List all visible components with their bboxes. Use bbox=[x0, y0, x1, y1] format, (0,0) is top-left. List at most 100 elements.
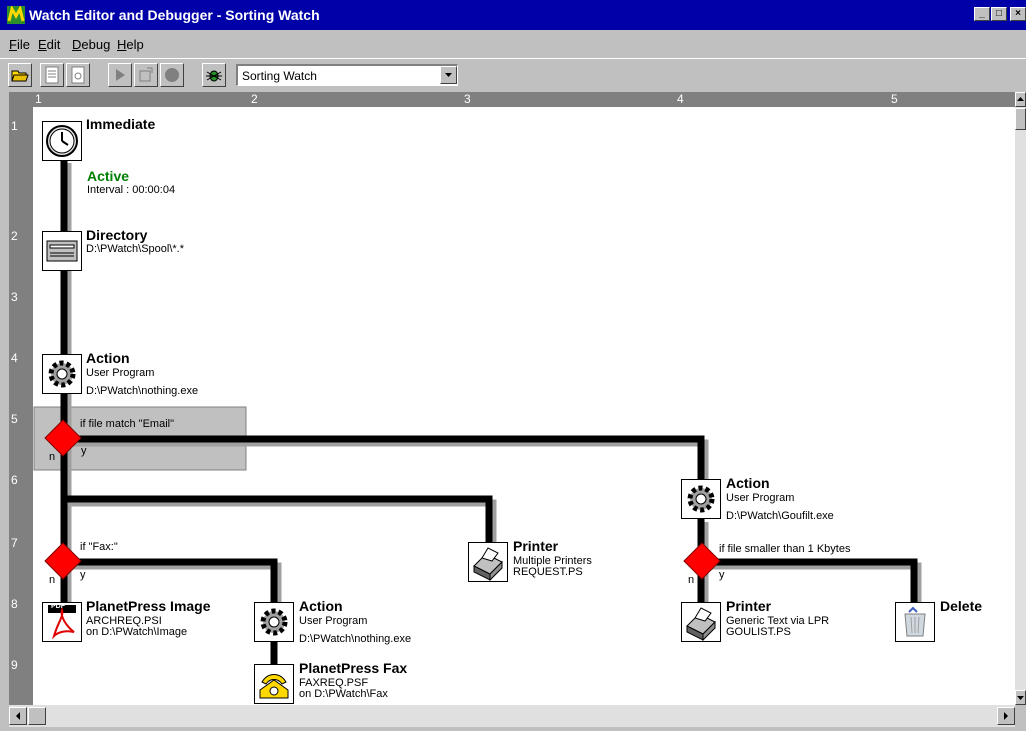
condition-label: if file smaller than 1 Kbytes bbox=[719, 543, 851, 555]
row-number: 6 bbox=[11, 473, 18, 487]
debug-button[interactable] bbox=[202, 63, 226, 87]
preview-button[interactable] bbox=[66, 63, 90, 87]
watch-select[interactable]: Sorting Watch bbox=[236, 64, 458, 86]
close-button[interactable]: × bbox=[1010, 7, 1026, 21]
title-bar: Watch Editor and Debugger - Sorting Watc… bbox=[0, 0, 1026, 30]
node-title-directory: Directory bbox=[86, 227, 148, 243]
condition-yes-label: y bbox=[81, 445, 87, 457]
node-title-planetpress-image: PlanetPress Image bbox=[86, 598, 211, 614]
action-path: D:\PWatch\nothing.exe bbox=[86, 385, 199, 397]
minimize-button[interactable]: _ bbox=[974, 7, 990, 21]
printer-icon[interactable] bbox=[468, 542, 508, 582]
scroll-right-button[interactable] bbox=[997, 707, 1015, 725]
fax-phone-icon[interactable] bbox=[254, 664, 294, 704]
condition-label: if "Fax:" bbox=[80, 541, 118, 553]
arrow-down-icon bbox=[1017, 696, 1024, 700]
open-button[interactable] bbox=[8, 63, 32, 87]
connector-lines bbox=[33, 159, 922, 667]
column-ruler: 1 2 3 4 5 bbox=[9, 92, 1015, 107]
app-logo-icon bbox=[7, 6, 25, 24]
horizontal-scrollbar[interactable] bbox=[9, 705, 1015, 727]
bug-icon bbox=[206, 70, 222, 82]
step-button[interactable] bbox=[134, 63, 158, 87]
scroll-down-button[interactable] bbox=[1015, 690, 1026, 705]
vertical-scrollbar[interactable] bbox=[1015, 92, 1026, 705]
row-number: 1 bbox=[11, 119, 18, 133]
step-icon bbox=[139, 67, 153, 82]
node-title-printer: Printer bbox=[726, 598, 772, 614]
status-active: Active bbox=[87, 168, 130, 184]
action-type: User Program bbox=[299, 615, 368, 627]
printer-file: REQUEST.PS bbox=[513, 566, 583, 578]
printer-file: GOULIST.PS bbox=[726, 626, 791, 638]
condition-yes-label: y bbox=[719, 569, 725, 581]
action-type: User Program bbox=[726, 492, 795, 504]
row-number: 2 bbox=[11, 229, 18, 243]
preview-icon bbox=[71, 66, 85, 84]
condition-no-label: n bbox=[49, 574, 56, 586]
toolbar: Sorting Watch bbox=[0, 58, 1026, 90]
row-number: 5 bbox=[11, 412, 18, 426]
row-number: 9 bbox=[11, 658, 18, 672]
document-icon bbox=[45, 66, 59, 84]
row-number: 7 bbox=[11, 536, 18, 550]
watch-select-dropdown-button[interactable] bbox=[440, 66, 457, 84]
vertical-scroll-thumb[interactable] bbox=[1015, 108, 1026, 130]
fax-path: on D:\PWatch\Fax bbox=[299, 688, 388, 700]
column-number: 1 bbox=[35, 92, 42, 106]
watch-select-value: Sorting Watch bbox=[242, 69, 317, 83]
chevron-down-icon bbox=[445, 73, 452, 77]
arrow-right-icon bbox=[1004, 712, 1008, 720]
play-icon bbox=[116, 69, 125, 81]
printer-icon[interactable] bbox=[681, 602, 721, 642]
node-title-action: Action bbox=[726, 475, 770, 491]
directory-path: D:\PWatch\Spool\*.* bbox=[86, 243, 185, 255]
clock-icon[interactable] bbox=[42, 121, 82, 161]
gear-icon[interactable] bbox=[42, 354, 82, 394]
row-ruler: 1 2 3 4 5 6 7 8 9 bbox=[9, 107, 33, 705]
node-title-immediate: Immediate bbox=[86, 116, 156, 132]
stop-circle-icon bbox=[165, 68, 179, 82]
menu-debug[interactable]: Debug bbox=[72, 37, 110, 52]
menu-file[interactable]: File bbox=[9, 37, 30, 52]
condition-no-label: n bbox=[688, 574, 695, 586]
run-button[interactable] bbox=[108, 63, 132, 87]
directory-scanner-icon[interactable] bbox=[42, 231, 82, 271]
condition-label: if file match "Email" bbox=[80, 418, 174, 430]
properties-button[interactable] bbox=[40, 63, 64, 87]
gear-icon[interactable] bbox=[254, 602, 294, 642]
column-number: 3 bbox=[464, 92, 471, 106]
action-type: User Program bbox=[86, 367, 155, 379]
action-path: D:\PWatch\nothing.exe bbox=[299, 633, 412, 645]
interval-text: Interval : 00:00:04 bbox=[87, 184, 176, 196]
column-number: 2 bbox=[251, 92, 258, 106]
pdf-badge: PDF bbox=[51, 603, 65, 610]
stop-button[interactable] bbox=[160, 63, 184, 87]
arrow-up-icon bbox=[1017, 97, 1024, 101]
row-number: 4 bbox=[11, 351, 18, 365]
row-number: 3 bbox=[11, 290, 18, 304]
scroll-up-button[interactable] bbox=[1015, 92, 1026, 107]
node-title-delete: Delete bbox=[940, 598, 983, 614]
condition-no-label: n bbox=[49, 451, 56, 463]
open-folder-icon bbox=[11, 70, 29, 82]
trash-can-icon[interactable] bbox=[895, 602, 935, 642]
flowchart-canvas[interactable]: Immediate Active Interval : 00:00:04 Dir… bbox=[33, 107, 1015, 705]
condition-yes-label: y bbox=[80, 569, 86, 581]
row-number: 8 bbox=[11, 597, 18, 611]
menu-edit[interactable]: Edit bbox=[38, 37, 60, 52]
image-path: on D:\PWatch\Image bbox=[86, 626, 188, 638]
window-title: Watch Editor and Debugger - Sorting Watc… bbox=[29, 7, 320, 23]
node-title-printer: Printer bbox=[513, 538, 559, 554]
node-title-action: Action bbox=[86, 350, 130, 366]
column-number: 5 bbox=[891, 92, 898, 106]
menu-bar: File Edit Debug Help bbox=[0, 30, 1026, 58]
menu-help[interactable]: Help bbox=[117, 37, 144, 52]
action-path: D:\PWatch\Goufilt.exe bbox=[726, 510, 834, 522]
horizontal-scroll-thumb[interactable] bbox=[28, 707, 46, 725]
column-number: 4 bbox=[677, 92, 684, 106]
node-title-action: Action bbox=[299, 598, 343, 614]
maximize-button[interactable]: □ bbox=[991, 7, 1007, 21]
scroll-left-button[interactable] bbox=[9, 707, 27, 725]
gear-icon[interactable] bbox=[681, 479, 721, 519]
